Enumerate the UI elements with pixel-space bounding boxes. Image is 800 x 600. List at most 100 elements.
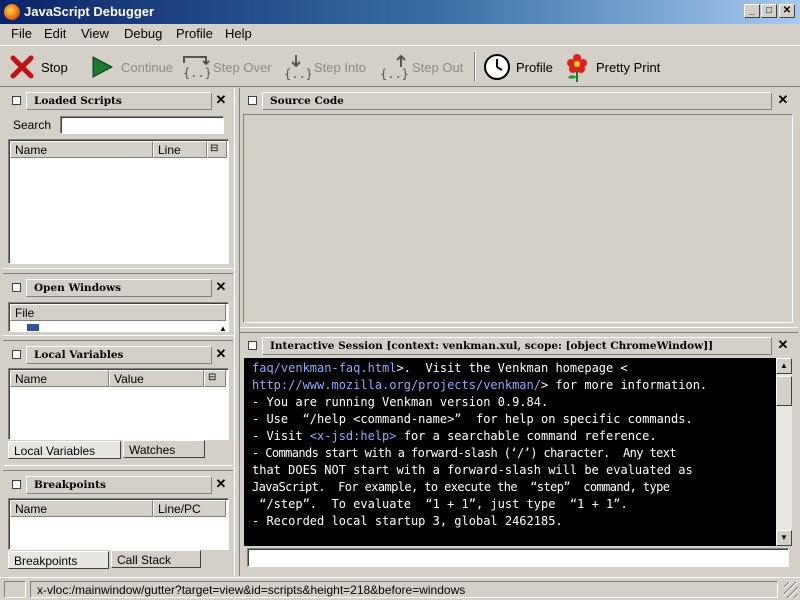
close-icon[interactable]: ✕ (777, 337, 789, 353)
loaded-scripts-tree[interactable]: Name Line ⊟ (8, 139, 229, 264)
panel-grip-icon[interactable] (12, 283, 21, 292)
step-into-icon: {..} (281, 53, 313, 81)
scroll-up-arrow-icon[interactable]: ▲ (219, 324, 227, 331)
loaded-scripts-header: Loaded Scripts ✕ (8, 92, 230, 110)
search-input[interactable] (60, 116, 224, 134)
close-icon[interactable]: ✕ (215, 279, 227, 295)
source-code-view[interactable] (243, 114, 793, 323)
menu-debug[interactable]: Debug (124, 26, 162, 41)
output-line: - Visit <x-jsd:help> for a searchable co… (252, 429, 657, 443)
output-line: - Commands start with a forward-slash (‘… (252, 446, 677, 460)
output-line: faq/venkman-faq.html>. Visit the Venkman… (252, 361, 628, 375)
session-input[interactable] (247, 548, 789, 567)
panel-splitter[interactable] (3, 268, 233, 274)
flower-icon (563, 53, 591, 82)
local-variables-tree[interactable]: Name Value ⊟ (8, 368, 229, 440)
source-code-title: Source Code (262, 92, 772, 110)
column-header-name[interactable]: Name (10, 370, 109, 387)
output-line: “/step”. To evaluate “1 + 1”, just type … (252, 497, 628, 511)
breakpoints-tree[interactable]: Name Line/PC (8, 498, 229, 550)
scroll-down-arrow-icon[interactable]: ▼ (776, 530, 792, 546)
column-header-line[interactable]: Line (153, 141, 207, 158)
loaded-scripts-title: Loaded Scripts (26, 92, 212, 110)
maximize-button[interactable]: □ (761, 4, 777, 18)
panel-grip-icon[interactable] (12, 96, 21, 105)
close-icon[interactable]: ✕ (215, 92, 227, 108)
interactive-session-title: Interactive Session [context: venkman.xu… (262, 337, 772, 355)
continue-icon (88, 53, 116, 81)
menu-help[interactable]: Help (225, 26, 252, 41)
step-over-button[interactable]: {..} Step Over (180, 51, 272, 83)
output-line: that DOES NOT start with a forward-slash… (252, 463, 693, 477)
tab-local-variables[interactable]: Local Variables (8, 441, 121, 459)
status-indicator (4, 581, 26, 598)
close-button[interactable]: ✕ (779, 4, 795, 18)
column-header-file[interactable]: File (10, 304, 226, 321)
menu-bar: File Edit View Debug Profile Help (0, 24, 800, 44)
column-header-value[interactable]: Value (109, 370, 204, 387)
menu-file[interactable]: File (11, 26, 32, 41)
panel-grip-icon[interactable] (12, 350, 21, 359)
window-icon (27, 324, 39, 331)
close-icon[interactable]: ✕ (215, 476, 227, 492)
status-text: x-vloc:/mainwindow/gutter?target=view&id… (30, 581, 778, 598)
window-title: JavaScript Debugger (24, 4, 155, 19)
profile-button[interactable]: Profile (483, 51, 553, 83)
step-out-button[interactable]: {..} Step Out (379, 51, 463, 83)
scroll-up-arrow-icon[interactable]: ▲ (776, 358, 792, 374)
step-over-icon: {..} (180, 53, 212, 81)
panel-grip-icon[interactable] (248, 96, 257, 105)
toolbar: Stop Continue {..} Step Over {..} Step I… (0, 45, 800, 87)
svg-text:{..}: {..} (380, 67, 409, 81)
stop-button[interactable]: Stop (8, 51, 68, 83)
help-link[interactable]: <x-jsd:help> (310, 429, 397, 443)
tab-call-stack[interactable]: Call Stack (111, 550, 201, 568)
panel-splitter[interactable] (3, 465, 233, 471)
session-output[interactable]: faq/venkman-faq.html>. Visit the Venkman… (244, 358, 776, 546)
column-header-name[interactable]: Name (10, 141, 153, 158)
breakpoints-title: Breakpoints (26, 476, 212, 494)
interactive-session-header: Interactive Session [context: venkman.xu… (244, 337, 792, 355)
breakpoints-header: Breakpoints ✕ (8, 476, 230, 494)
column-header-line-pc[interactable]: Line/PC (153, 500, 226, 517)
output-line: - You are running Venkman version 0.9.84… (252, 395, 549, 409)
search-label: Search (13, 118, 52, 132)
local-variables-header: Local Variables ✕ (8, 346, 230, 364)
menu-view[interactable]: View (81, 26, 109, 41)
panel-grip-icon[interactable] (248, 341, 257, 350)
svg-text:{..}: {..} (183, 66, 210, 80)
homepage-link[interactable]: http://www.mozilla.org/projects/venkman/ (252, 378, 541, 392)
open-windows-tree[interactable]: File ▲ (8, 302, 229, 332)
open-windows-header: Open Windows ✕ (8, 279, 230, 297)
tab-watches[interactable]: Watches (123, 440, 205, 458)
close-icon[interactable]: ✕ (215, 346, 227, 362)
output-line: - Use “/help <command-name>” for help on… (252, 412, 693, 426)
scrollbar-thumb[interactable] (776, 376, 792, 406)
title-bar: JavaScript Debugger _ □ ✕ (0, 0, 800, 24)
faq-link[interactable]: faq/venkman-faq.html (252, 361, 397, 375)
tab-breakpoints[interactable]: Breakpoints (8, 551, 109, 569)
minimize-button[interactable]: _ (744, 4, 760, 18)
column-header-name[interactable]: Name (10, 500, 153, 517)
output-line: http://www.mozilla.org/projects/venkman/… (252, 378, 708, 392)
svg-text:{..}: {..} (284, 67, 311, 81)
menu-profile[interactable]: Profile (176, 26, 213, 41)
panel-splitter[interactable] (240, 327, 798, 333)
pretty-print-button[interactable]: Pretty Print (563, 51, 660, 83)
app-icon (4, 4, 20, 20)
output-line: - Recorded local startup 3, global 24621… (252, 514, 563, 528)
session-scrollbar[interactable]: ▲ ▼ (776, 358, 792, 546)
clock-icon (483, 53, 511, 81)
toolbar-separator (474, 52, 476, 82)
menu-edit[interactable]: Edit (44, 26, 66, 41)
step-into-button[interactable]: {..} Step Into (281, 51, 366, 83)
resize-grip-icon[interactable] (784, 582, 798, 598)
panel-splitter[interactable] (3, 335, 233, 341)
source-code-header: Source Code ✕ (244, 92, 792, 110)
panel-grip-icon[interactable] (12, 480, 21, 489)
step-out-icon: {..} (379, 53, 409, 81)
column-picker-icon[interactable]: ⊟ (204, 370, 226, 387)
close-icon[interactable]: ✕ (777, 92, 789, 108)
continue-button[interactable]: Continue (88, 51, 173, 83)
column-picker-icon[interactable]: ⊟ (207, 141, 227, 158)
